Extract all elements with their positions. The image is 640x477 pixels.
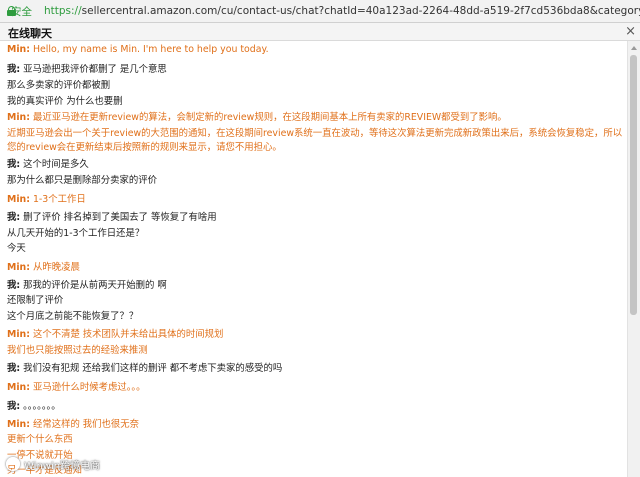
chat-title: 在线聊天 bbox=[8, 27, 52, 40]
chat-message: 我们也只能按照过去的经验来推测 bbox=[7, 345, 148, 356]
chat-message: Min: 经常这样的 我们也很无奈 bbox=[7, 419, 140, 430]
close-icon[interactable]: × bbox=[625, 23, 636, 40]
chat-message: 我: 删了评价 排名掉到了美国去了 等恢复了有啥用 bbox=[7, 212, 217, 223]
chat-message: 我: 亚马逊把我评价都删了 是几个意思 bbox=[7, 64, 167, 75]
chat-title-bar: 在线聊天 × bbox=[0, 23, 640, 41]
chat-message: 那为什么都只是删除部分卖家的评价 bbox=[7, 175, 158, 186]
chat-message: Min: Hello, my name is Min. I'm here to … bbox=[7, 44, 269, 55]
address-bar[interactable]: 安全 https://sellercentral.amazon.com/cu/c… bbox=[0, 0, 640, 23]
chat-transcript[interactable]: Min: Hello, my name is Min. I'm here to … bbox=[0, 41, 628, 477]
chat-message: Min: 1-3个工作日 bbox=[7, 194, 86, 205]
chat-message: 今天 bbox=[7, 243, 26, 254]
chat-message: 我的真实评价 为什么也要删 bbox=[7, 96, 123, 107]
chat-message: Min: 最近亚马逊在更新review的算法，会制定新的review规则，在这段… bbox=[7, 112, 507, 123]
scroll-up-icon[interactable] bbox=[631, 46, 637, 50]
chat-message: 我: 。。。。。。。 bbox=[7, 401, 61, 412]
url-text[interactable]: sellercentral.amazon.com/cu/contact-us/c… bbox=[82, 5, 640, 17]
chat-message: 近期亚马逊会出一个关于review的大范围的通知，在这段期间review系统一直… bbox=[7, 128, 623, 153]
chat-message: 我: 那我的评价是从前两天开始删的 啊 bbox=[7, 280, 167, 291]
watermark-logo-icon bbox=[6, 457, 20, 471]
chat-message: 我: 我们没有犯规 还给我们这样的删评 都不考虑下卖家的感受的吗 bbox=[7, 363, 283, 374]
chat-message: 还限制了评价 bbox=[7, 295, 64, 306]
chat-scrollbar[interactable] bbox=[627, 41, 640, 477]
chat-message: 这个月底之前能不能恢复了？？ bbox=[7, 311, 139, 322]
chat-message: 更新个什么东西 bbox=[7, 434, 73, 445]
chat-message: 我: 这个时间是多久 bbox=[7, 159, 89, 170]
watermark-text: Winwin跨境电商 bbox=[24, 460, 101, 472]
watermark: Winwin跨境电商 bbox=[6, 456, 100, 472]
chat-message: 那么多卖家的评价都被删 bbox=[7, 80, 111, 91]
chat-message: Min: 亚马逊什么时候考虑过。。。 bbox=[7, 382, 146, 393]
chat-message: Min: 从昨晚凌晨 bbox=[7, 262, 80, 273]
url-scheme[interactable]: https:// bbox=[44, 5, 82, 17]
scroll-thumb[interactable] bbox=[630, 55, 637, 315]
chat-message: 从几天开始的1-3个工作日还是？ bbox=[7, 228, 145, 239]
chat-message: Min: 这个不清楚 技术团队并未给出具体的时间规划 bbox=[7, 329, 224, 340]
